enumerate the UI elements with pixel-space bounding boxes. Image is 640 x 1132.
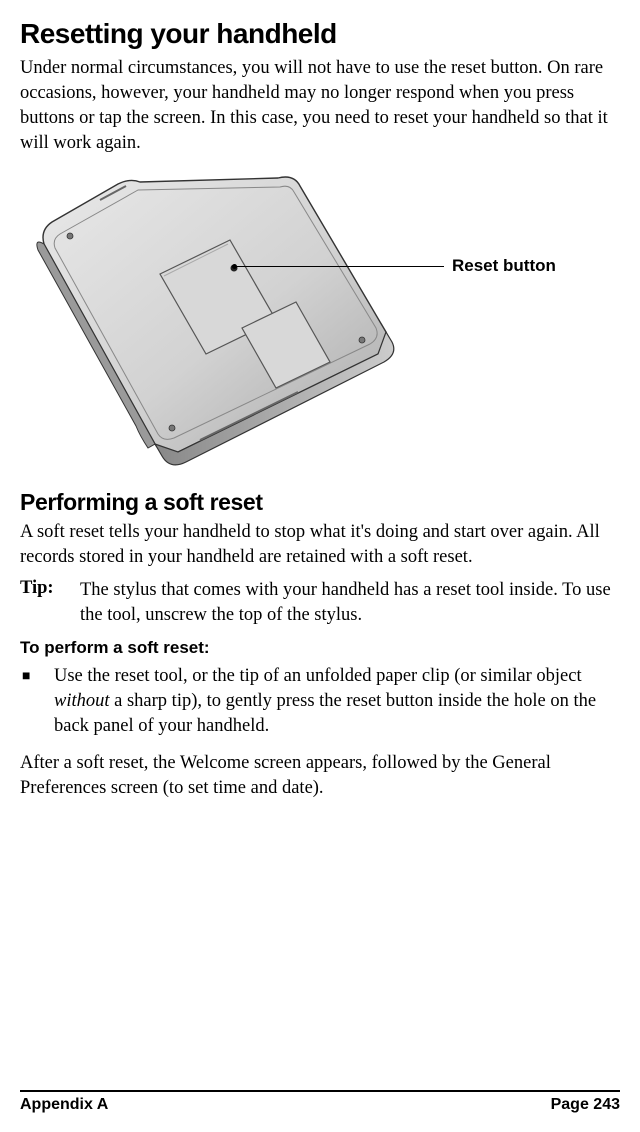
step-heading: To perform a soft reset: — [20, 638, 620, 658]
soft-reset-paragraph: A soft reset tells your handheld to stop… — [20, 520, 620, 570]
handheld-illustration — [30, 164, 410, 479]
page-footer: Appendix A Page 243 — [20, 1090, 620, 1114]
intro-paragraph: Under normal circumstances, you will not… — [20, 56, 620, 156]
footer-left: Appendix A — [20, 1096, 108, 1114]
square-bullet-icon: ■ — [20, 664, 54, 739]
footer-right: Page 243 — [551, 1096, 620, 1114]
bullet-item: ■ Use the reset tool, or the tip of an u… — [20, 664, 620, 739]
bullet-text: Use the reset tool, or the tip of an unf… — [54, 664, 620, 739]
bullet-text-pre: Use the reset tool, or the tip of an unf… — [54, 666, 582, 686]
tip-label: Tip: — [20, 578, 80, 628]
bullet-text-em: without — [54, 691, 110, 711]
device-figure: Reset button — [20, 164, 620, 479]
page-heading: Resetting your handheld — [20, 18, 620, 50]
reset-button-label: Reset button — [452, 256, 556, 276]
after-reset-paragraph: After a soft reset, the Welcome screen a… — [20, 751, 620, 801]
tip-block: Tip: The stylus that comes with your han… — [20, 578, 620, 628]
bullet-text-post: a sharp tip), to gently press the reset … — [54, 691, 596, 736]
tip-body: The stylus that comes with your handheld… — [80, 578, 620, 628]
callout-line — [234, 266, 444, 267]
section-heading: Performing a soft reset — [20, 489, 620, 516]
